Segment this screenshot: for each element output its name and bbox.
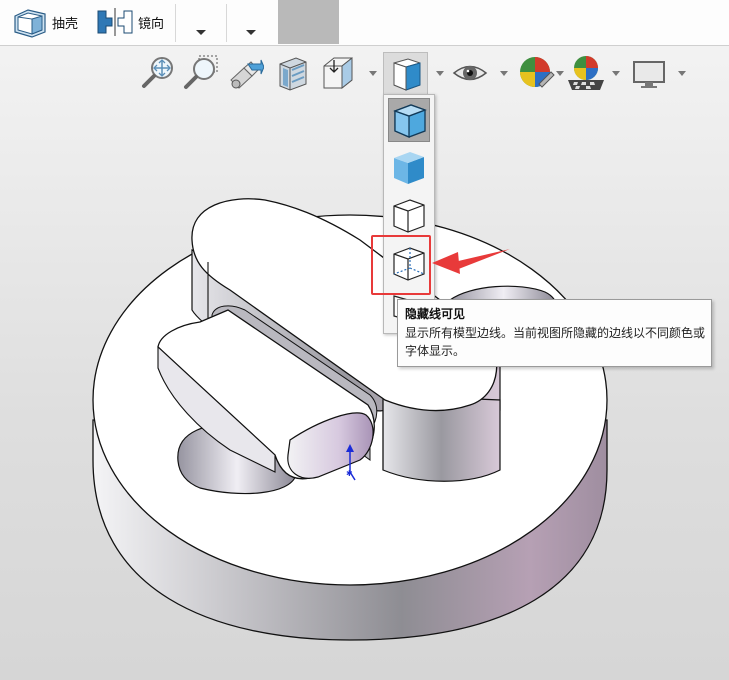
- svg-text:✱: ✱: [346, 469, 353, 478]
- scene-icon: [568, 56, 604, 90]
- previous-view-icon: [230, 59, 264, 89]
- shell-icon: [14, 9, 46, 38]
- wireframe-icon: [393, 199, 425, 233]
- previous-view-button[interactable]: [228, 54, 264, 92]
- eye-icon: [452, 65, 488, 81]
- shell-label: 抽壳: [52, 16, 79, 32]
- dropdown-arrow-icon[interactable]: [612, 71, 620, 76]
- zoom-to-fit-icon: [142, 57, 173, 88]
- command-manager-bar: 抽壳 镜向: [0, 0, 729, 46]
- model-viewport[interactable]: ✱: [0, 95, 729, 680]
- dropdown-arrow-icon[interactable]: [556, 71, 564, 76]
- shaded-with-edges-icon: [393, 104, 427, 138]
- view-orientation-button[interactable]: [320, 54, 356, 92]
- mirror-button[interactable]: 镜向: [96, 6, 164, 38]
- tooltip-description: 显示所有模型边线。当前视图所隐藏的边线以不同颜色或字体显示。: [405, 326, 706, 358]
- dropdown-arrow-icon[interactable]: [500, 71, 508, 76]
- red-arrow-icon: [432, 249, 510, 274]
- dropdown-arrow-icon[interactable]: [678, 71, 686, 76]
- shell-button[interactable]: 抽壳: [12, 6, 78, 38]
- command-placeholder: [278, 0, 339, 44]
- zoom-to-fit-button[interactable]: [140, 54, 176, 92]
- display-style-flyout: [383, 94, 435, 334]
- divider: [226, 4, 227, 42]
- edit-appearance-button[interactable]: [517, 54, 555, 92]
- dropdown-arrow-icon[interactable]: [196, 30, 206, 35]
- view-settings-button[interactable]: [630, 54, 666, 92]
- apply-scene-button[interactable]: [566, 54, 604, 92]
- divider: [175, 4, 176, 42]
- dropdown-arrow-icon[interactable]: [436, 71, 444, 76]
- flyout-item-wireframe[interactable]: [388, 194, 430, 238]
- hide-show-items-button[interactable]: [452, 54, 488, 92]
- highlight-box: [371, 235, 431, 295]
- section-view-button[interactable]: [274, 54, 310, 92]
- tooltip-title: 隐藏线可见: [405, 307, 466, 321]
- zoom-to-area-button[interactable]: [183, 54, 219, 92]
- zoom-to-area-icon: [184, 55, 218, 89]
- flyout-item-shaded[interactable]: [388, 146, 430, 190]
- tooltip: 隐藏线可见 显示所有模型边线。当前视图所隐藏的边线以不同颜色或字体显示。: [397, 299, 712, 367]
- flyout-item-shaded-with-edges[interactable]: [388, 98, 430, 142]
- dropdown-arrow-icon[interactable]: [369, 71, 377, 76]
- monitor-icon: [633, 61, 665, 88]
- appearance-sphere-icon: [520, 57, 555, 88]
- display-style-icon: [393, 58, 421, 91]
- view-orientation-icon: [323, 56, 353, 90]
- display-style-button[interactable]: [383, 52, 428, 94]
- shaded-icon: [394, 152, 424, 184]
- section-view-icon: [279, 57, 307, 91]
- dropdown-arrow-icon[interactable]: [246, 30, 256, 35]
- mirror-label: 镜向: [138, 16, 165, 32]
- mirror-icon: [97, 8, 133, 36]
